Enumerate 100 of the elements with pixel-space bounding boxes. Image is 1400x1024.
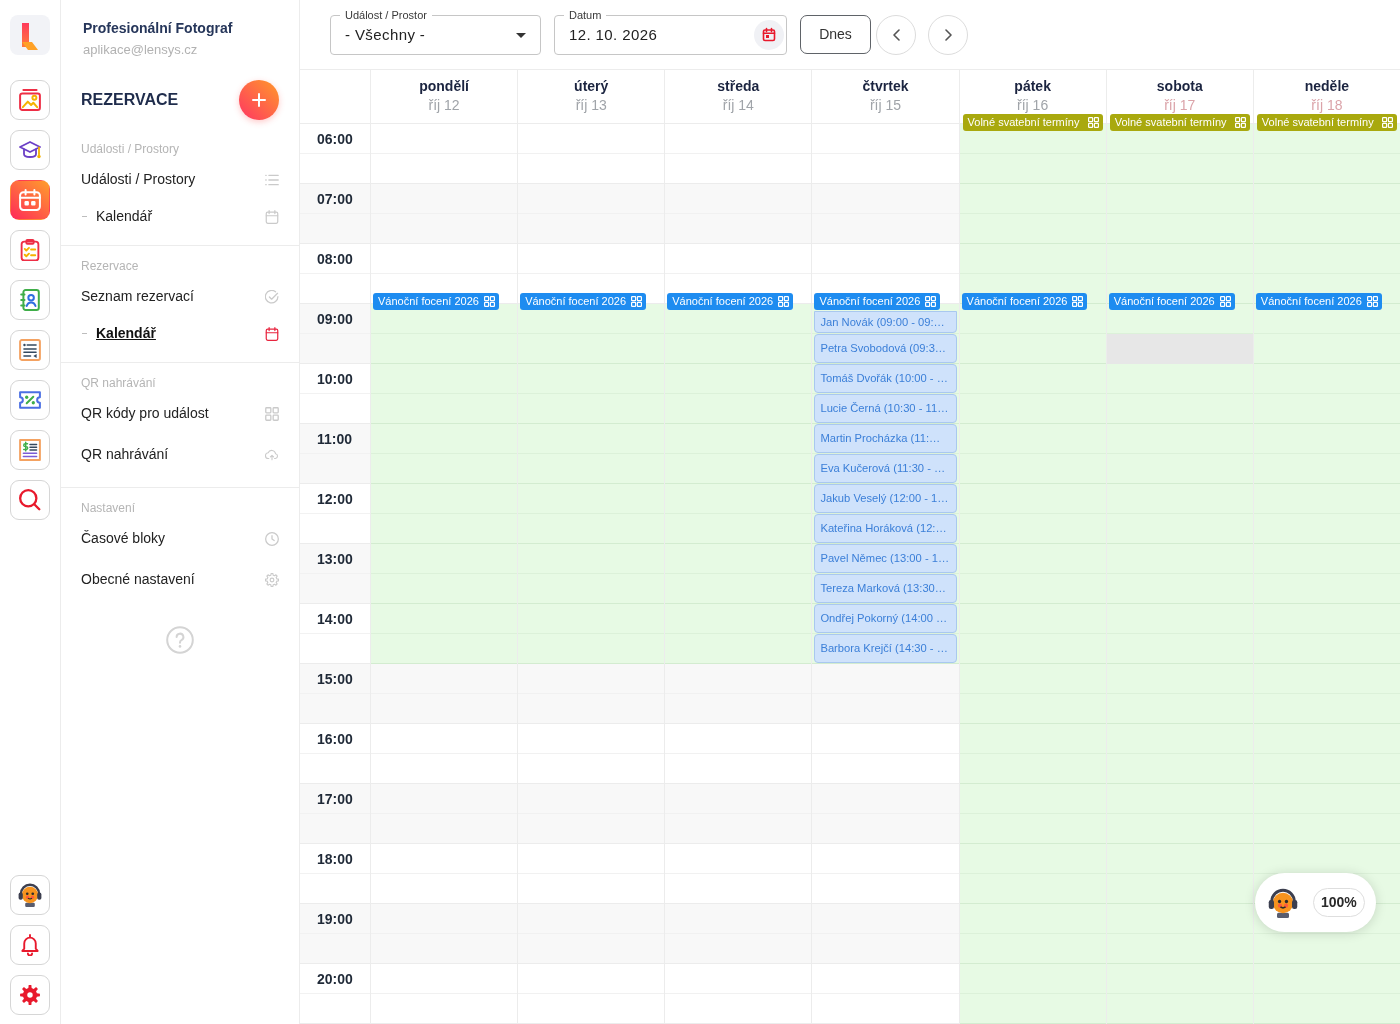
event-label[interactable]: Volné svatební termíny bbox=[1109, 114, 1250, 131]
sidebar-subitem[interactable]: Kalendář bbox=[81, 317, 279, 350]
day-name: čtvrtek bbox=[862, 77, 909, 96]
nav-button[interactable] bbox=[10, 180, 50, 220]
chevron-left-icon bbox=[892, 29, 900, 41]
section-label: Události / Prostory bbox=[81, 141, 180, 158]
grid-icon bbox=[483, 296, 495, 307]
caret-icon bbox=[516, 32, 526, 38]
day-date: říj 17 bbox=[1164, 96, 1196, 114]
date-field[interactable]: Datum 12. 10. 2026 bbox=[554, 8, 787, 55]
sidebar-item[interactable]: QR kódy pro událost bbox=[81, 393, 279, 434]
booking-item[interactable]: Tomáš Dvořák (10:00 - … bbox=[814, 364, 957, 393]
booking-item[interactable]: Kateřina Horáková (12:… bbox=[814, 514, 957, 543]
day-name: pondělí bbox=[419, 77, 469, 96]
today-button[interactable]: Dnes bbox=[800, 15, 871, 54]
day-date: říj 16 bbox=[1017, 96, 1049, 114]
section-title: REZERVACE bbox=[81, 90, 179, 110]
booking-item[interactable]: Eva Kučerová (11:30 - … bbox=[814, 454, 957, 483]
time-label: 07:00 bbox=[317, 190, 353, 209]
calendar-icon[interactable] bbox=[754, 20, 784, 50]
nav-button[interactable] bbox=[10, 80, 50, 120]
sidebar-item[interactable]: Obecné nastavení bbox=[81, 559, 279, 600]
event-label[interactable]: Vánoční focení 2026 bbox=[373, 293, 499, 310]
field-label: Datum bbox=[564, 8, 607, 22]
account-name: Profesionální Fotograf bbox=[83, 19, 233, 38]
account-email: aplikace@lensys.cz bbox=[83, 41, 198, 59]
booking-item[interactable]: Jakub Veselý (12:00 - 1… bbox=[814, 484, 957, 513]
calendar-icon bbox=[265, 209, 279, 224]
event-label[interactable]: Vánoční focení 2026 bbox=[1255, 293, 1382, 310]
dash-icon bbox=[82, 333, 87, 334]
day-date: říj 15 bbox=[869, 96, 902, 114]
time-label: 08:00 bbox=[317, 250, 353, 269]
event-label[interactable]: Volné svatební termíny bbox=[1256, 114, 1397, 131]
time-label: 19:00 bbox=[317, 910, 353, 929]
cloud-upload-icon bbox=[265, 447, 279, 462]
nav-button[interactable] bbox=[10, 430, 50, 470]
time-label: 06:00 bbox=[317, 130, 353, 149]
day-name: středa bbox=[717, 77, 760, 96]
nav-button[interactable] bbox=[10, 330, 50, 370]
booking-item[interactable]: Pavel Němec (13:00 - 1… bbox=[814, 544, 957, 573]
nav-button[interactable] bbox=[10, 380, 50, 420]
ticket-icon bbox=[19, 389, 41, 411]
section-label: QR nahrávání bbox=[81, 375, 156, 392]
calendar-icon bbox=[19, 189, 41, 211]
robot-icon bbox=[1268, 887, 1298, 918]
assistant-button[interactable] bbox=[10, 875, 50, 915]
event-select[interactable]: Událost / Prostor - Všechny - bbox=[330, 8, 541, 55]
nav-button[interactable] bbox=[10, 280, 50, 320]
field-label: Událost / Prostor bbox=[340, 8, 432, 22]
time-label: 16:00 bbox=[317, 730, 353, 749]
sidebar-subitem[interactable]: Kalendář bbox=[81, 200, 279, 233]
sidebar-item[interactable]: QR nahrávání bbox=[81, 434, 279, 475]
booking-item[interactable]: Petra Svobodová (09:3… bbox=[814, 334, 957, 363]
booking-item[interactable]: Jan Novák (09:00 - 09:… bbox=[814, 311, 957, 333]
booking-item[interactable]: Barbora Krejčí (14:30 - … bbox=[814, 634, 957, 663]
nav-button[interactable] bbox=[10, 230, 50, 270]
booking-item[interactable]: Lucie Černá (10:30 - 11… bbox=[814, 394, 957, 423]
booking-item[interactable]: Tereza Marková (13:30… bbox=[814, 574, 957, 603]
bell-icon bbox=[20, 934, 40, 956]
grid-icon bbox=[778, 296, 790, 307]
event-label[interactable]: Volné svatební termíny bbox=[962, 114, 1103, 131]
time-label: 17:00 bbox=[317, 790, 353, 809]
clipboard-icon bbox=[19, 239, 41, 261]
graduation-cap-icon bbox=[19, 139, 41, 161]
booking-item[interactable]: Martin Procházka (11:… bbox=[814, 424, 957, 453]
grid-icon bbox=[1234, 117, 1246, 128]
time-label: 20:00 bbox=[317, 970, 353, 989]
day-date: říj 18 bbox=[1311, 96, 1343, 114]
notifications-button[interactable] bbox=[10, 925, 50, 965]
add-button[interactable] bbox=[239, 80, 279, 120]
time-label: 11:00 bbox=[317, 430, 353, 449]
time-label: 18:00 bbox=[317, 850, 353, 869]
day-date: říj 12 bbox=[428, 96, 460, 114]
clock-icon bbox=[265, 531, 279, 546]
nav-button[interactable] bbox=[10, 130, 50, 170]
list-icon bbox=[265, 172, 279, 187]
day-name: úterý bbox=[574, 77, 609, 96]
nav-button[interactable] bbox=[10, 480, 50, 520]
booking-item[interactable]: Ondřej Pokorný (14:00 … bbox=[814, 604, 957, 633]
grid-icon bbox=[1087, 117, 1099, 128]
day-date: říj 13 bbox=[575, 96, 607, 114]
check-circle-icon bbox=[265, 289, 279, 304]
day-name: pátek bbox=[1014, 77, 1051, 96]
event-label[interactable]: Vánoční focení 2026 bbox=[961, 293, 1088, 310]
time-label: 12:00 bbox=[317, 490, 353, 509]
event-label[interactable]: Vánoční focení 2026 bbox=[1108, 293, 1235, 310]
grid-icon bbox=[1219, 296, 1231, 307]
event-label[interactable]: Vánoční focení 2026 bbox=[667, 293, 794, 310]
day-date: říj 14 bbox=[722, 96, 754, 114]
sidebar-item[interactable]: Seznam rezervací bbox=[81, 276, 279, 317]
event-label[interactable]: Vánoční focení 2026 bbox=[814, 293, 941, 310]
logo-icon[interactable] bbox=[10, 15, 50, 55]
event-label[interactable]: Vánoční focení 2026 bbox=[520, 293, 647, 310]
sidebar-item[interactable]: Události / Prostory bbox=[81, 159, 279, 200]
time-label: 14:00 bbox=[317, 610, 353, 629]
dash-icon bbox=[82, 216, 87, 217]
search-icon bbox=[19, 489, 41, 511]
day-name: neděle bbox=[1304, 77, 1350, 96]
settings-button[interactable] bbox=[10, 975, 50, 1015]
sidebar-item[interactable]: Časové bloky bbox=[81, 518, 279, 559]
